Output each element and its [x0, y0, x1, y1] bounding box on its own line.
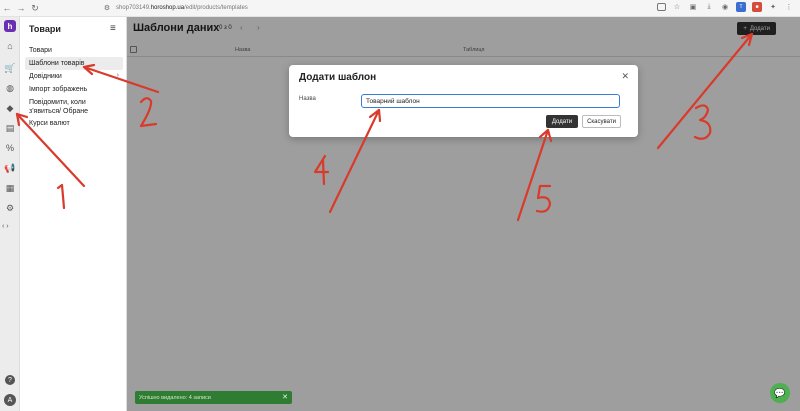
app-rail: h ⌂ 🛒 ◍ ◆ ▤ % 📢 ▦ ⚙ ‹ › ? A: [0, 17, 20, 411]
add-template-dialog: Додати шаблон ✕ Назва Додати Скасувати: [289, 65, 638, 137]
sidebar-title: Товари: [29, 24, 61, 34]
sidebar-item-products[interactable]: Товари: [25, 44, 123, 57]
screenshot-icon[interactable]: [657, 3, 666, 11]
sidebar-item-notify[interactable]: Повідомити, коли з'явиться/ Обране: [25, 96, 123, 118]
cart-icon[interactable]: 🛒: [4, 63, 15, 73]
help-icon[interactable]: ?: [5, 375, 15, 385]
reload-icon[interactable]: ↻: [28, 1, 42, 15]
template-name-input[interactable]: [361, 94, 620, 108]
sidebar-item-label: Товари: [29, 47, 52, 54]
sidebar-item-image-import[interactable]: Імпорт зображень: [25, 83, 123, 96]
sidebar-item-label: Курси валют: [29, 120, 70, 127]
user-icon[interactable]: ◍: [5, 83, 15, 93]
collapse-arrows-icon[interactable]: ‹ ›: [2, 223, 9, 230]
avatar[interactable]: A: [4, 394, 16, 406]
sidebar-item-label: Імпорт зображень: [29, 86, 88, 93]
address-bar[interactable]: ⚙ shop703149.horoshop.ua/edit/products/t…: [102, 3, 248, 13]
chat-bubble-icon: 💬: [774, 387, 786, 398]
extension-icon[interactable]: ▣: [688, 2, 698, 12]
forward-icon[interactable]: →: [14, 1, 28, 15]
url-text: shop703149.horoshop.ua/edit/products/tem…: [116, 5, 248, 11]
name-field-label: Назва: [299, 96, 316, 102]
success-toast: Успішно видалено: 4 записи ✕: [135, 391, 292, 404]
products-sidebar: Товари ≡ Товари Шаблони товарів Довідник…: [20, 17, 127, 411]
sidebar-item-label: Повідомити, коли з'явиться/ Обране: [29, 99, 88, 115]
submit-add-button[interactable]: Додати: [546, 115, 578, 128]
tag-icon[interactable]: ◆: [5, 103, 15, 113]
sidebar-item-product-templates[interactable]: Шаблони товарів: [25, 57, 123, 70]
cancel-button[interactable]: Скасувати: [582, 115, 621, 128]
site-info-icon[interactable]: ⚙: [102, 3, 112, 13]
toast-close-icon[interactable]: ✕: [282, 393, 288, 401]
chevron-right-icon: ›: [116, 72, 119, 79]
toast-text: Успішно видалено: 4 записи: [139, 394, 211, 401]
horoshop-logo-icon[interactable]: h: [4, 20, 16, 32]
browser-menu-icon[interactable]: ⋮: [784, 2, 794, 12]
close-icon[interactable]: ✕: [621, 71, 629, 82]
sidebar-item-directories[interactable]: Довідники ›: [25, 70, 123, 83]
translate-icon[interactable]: T: [736, 2, 746, 12]
back-icon[interactable]: ←: [0, 1, 14, 15]
download-icon[interactable]: ⤓: [704, 2, 714, 12]
extension-red-icon[interactable]: ■: [752, 2, 762, 12]
sidebar-item-currency-rates[interactable]: Курси валют: [25, 117, 123, 130]
dialog-title: Додати шаблон: [299, 72, 377, 83]
layout-icon[interactable]: ▤: [5, 123, 15, 133]
home-icon[interactable]: ⌂: [5, 41, 15, 51]
menu-toggle-icon[interactable]: ≡: [110, 23, 116, 34]
sidebar-item-label: Шаблони товарів: [29, 60, 85, 67]
bookmark-star-icon[interactable]: ☆: [672, 2, 682, 12]
chat-support-button[interactable]: 💬: [770, 383, 790, 403]
settings-gear-icon[interactable]: ⚙: [5, 203, 15, 213]
profile-icon[interactable]: ◉: [720, 2, 730, 12]
sidebar-item-label: Довідники: [29, 73, 62, 80]
discount-icon[interactable]: %: [5, 143, 15, 153]
extensions-puzzle-icon[interactable]: ✦: [768, 2, 778, 12]
browser-toolbar: ← → ↻ ⚙ shop703149.horoshop.ua/edit/prod…: [0, 0, 800, 17]
megaphone-icon[interactable]: 📢: [4, 163, 15, 173]
chart-icon[interactable]: ▦: [5, 183, 15, 193]
